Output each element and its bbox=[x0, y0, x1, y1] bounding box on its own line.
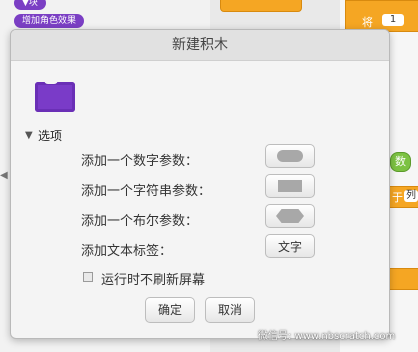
boolean-param-label: 添加一个布尔参数： bbox=[81, 214, 199, 229]
script-block-label: 将 bbox=[362, 16, 373, 29]
dialog-title: 新建积木 bbox=[11, 30, 389, 61]
block-preview[interactable] bbox=[35, 78, 75, 112]
add-string-param-button[interactable] bbox=[265, 174, 315, 198]
script-block-input[interactable]: 列 bbox=[404, 190, 418, 202]
cancel-button[interactable]: 取消 bbox=[205, 297, 255, 323]
palette-block[interactable]: 增加角色效果 bbox=[14, 14, 85, 28]
number-param-label: 添加一个数字参数： bbox=[81, 154, 199, 169]
block-notch bbox=[44, 78, 58, 84]
script-block[interactable] bbox=[220, 0, 302, 12]
options-toggle[interactable]: 选项 bbox=[38, 127, 62, 144]
no-refresh-label: 运行时不刷新屏幕 bbox=[101, 273, 206, 288]
add-boolean-param-button[interactable] bbox=[265, 204, 315, 228]
hexagon-shape-icon bbox=[276, 209, 304, 223]
script-block-label: 于 bbox=[392, 191, 403, 204]
add-text-label-button[interactable]: 文字 bbox=[265, 234, 315, 258]
operator-block[interactable]: 数 bbox=[390, 152, 411, 172]
rectangle-shape-icon bbox=[278, 180, 302, 192]
string-param-label: 添加一个字符串参数： bbox=[81, 184, 212, 199]
collapse-arrow-icon[interactable]: ◀ bbox=[0, 166, 10, 186]
text-label-label: 添加文本标签： bbox=[81, 244, 173, 259]
ok-button[interactable]: 确定 bbox=[145, 297, 195, 323]
no-refresh-checkbox[interactable] bbox=[83, 272, 93, 282]
options-expand-icon[interactable]: ▼ bbox=[25, 130, 33, 141]
watermark: 微信号: www.nbscratch.com bbox=[258, 331, 396, 342]
new-block-dialog: 新建积木 ▼ 选项 添加一个数字参数： 添加一个字符串参数： 添加一个布尔参数：… bbox=[10, 29, 390, 339]
script-block-input[interactable]: 1 bbox=[382, 14, 404, 26]
script-block[interactable] bbox=[388, 268, 418, 290]
add-number-param-button[interactable] bbox=[265, 144, 315, 168]
palette-block[interactable]: ▼块 bbox=[14, 0, 46, 10]
oval-shape-icon bbox=[277, 150, 303, 162]
